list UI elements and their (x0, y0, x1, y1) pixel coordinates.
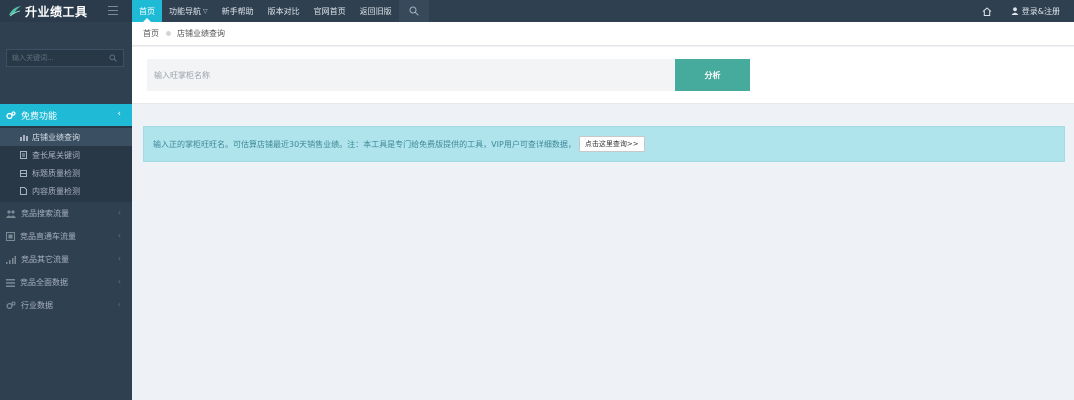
submenu-item-label: 标题质量检测 (32, 168, 80, 178)
nav-label: 首页 (139, 6, 155, 16)
menu-label: 竞品搜索流量 (21, 209, 69, 218)
analyze-button[interactable]: 分析 (675, 59, 750, 91)
search-icon[interactable] (109, 54, 117, 62)
menu-industry-data[interactable]: 行业数据 ‹ (0, 294, 132, 317)
wangwang-name-input[interactable] (147, 59, 675, 91)
menu-label: 竞品直通车流量 (20, 232, 76, 241)
submenu-item-label: 查长尾关键词 (32, 150, 80, 160)
nav-label: 官网首页 (313, 6, 346, 16)
alert-text: 输入正的掌柜旺旺名。可估算店铺最近30天销售业绩。注：本工具是专门给免费版提供的… (153, 139, 576, 149)
submenu: 店铺业绩查询 查长尾关键词 标题质量检测 内容质量检测 (0, 126, 132, 202)
sidebar-search-input[interactable] (7, 53, 104, 63)
menu-competitor-other-traffic[interactable]: 竞品其它流量 ‹ (0, 248, 132, 271)
chevron-left-icon: ‹ (117, 277, 121, 286)
nav-feature-guide[interactable]: 功能导航 ▽ (162, 0, 215, 22)
chevron-left-icon: ‹ (117, 109, 121, 119)
login-register-link[interactable]: 登录&注册 (1011, 6, 1060, 17)
gears-icon (6, 110, 16, 119)
top-nav: 首页 功能导航 ▽ 新手帮助 版本对比 官网首页 返回旧版 登录&注册 (132, 0, 1074, 22)
brand-bar: 升业绩工具 (0, 0, 132, 22)
breadcrumb: 首页 店铺业绩查询 (132, 22, 1074, 46)
user-icon (1011, 7, 1019, 15)
chevron-left-icon: ‹ (117, 231, 121, 240)
top-right-tools: 登录&注册 (977, 0, 1074, 22)
sidebar: 升业绩工具 免费功能 ‹ 店铺业绩查询 查长尾关键词 (0, 0, 132, 400)
breadcrumb-home[interactable]: 首页 (143, 28, 159, 39)
chevron-down-icon: ▽ (203, 7, 208, 15)
nav-official-site[interactable]: 官网首页 (307, 0, 353, 22)
submenu-item-title-quality[interactable]: 标题质量检测 (0, 164, 132, 182)
nav-beginner-help[interactable]: 新手帮助 (215, 0, 261, 22)
car-icon (6, 232, 15, 241)
breadcrumb-separator (166, 31, 171, 36)
bar-chart-icon (20, 134, 29, 141)
nav-label: 返回旧版 (359, 6, 392, 16)
nav-old-version[interactable]: 返回旧版 (353, 0, 399, 22)
gear-icon (6, 301, 16, 310)
breadcrumb-current[interactable]: 店铺业绩查询 (177, 28, 225, 39)
nav-label: 新手帮助 (221, 6, 254, 16)
query-here-button[interactable]: 点击这里查询>> (578, 136, 645, 152)
menu-competitor-ztc-traffic[interactable]: 竞品直通车流量 ‹ (0, 225, 132, 248)
logo-icon (9, 6, 21, 17)
chevron-left-icon: ‹ (117, 254, 121, 263)
menu-competitor-full-data[interactable]: 竞品全面数据 ‹ (0, 271, 132, 294)
login-label: 登录&注册 (1021, 6, 1060, 16)
nav-search-button[interactable] (398, 0, 429, 22)
submenu-item-store-performance[interactable]: 店铺业绩查询 (0, 128, 132, 146)
menu-label: 竞品其它流量 (21, 255, 69, 264)
menu-competitor-search-traffic[interactable]: 竞品搜索流量 ‹ (0, 202, 132, 225)
info-alert: 输入正的掌柜旺旺名。可估算店铺最近30天销售业绩。注：本工具是专门给免费版提供的… (143, 126, 1065, 162)
file-icon (20, 187, 29, 195)
sidebar-search (6, 49, 124, 67)
signal-icon (6, 255, 16, 264)
menu-label: 竞品全面数据 (20, 278, 68, 287)
chevron-left-icon: ‹ (117, 300, 121, 309)
list-icon (6, 278, 15, 287)
chevron-left-icon: ‹ (117, 208, 121, 217)
brand-name: 升业绩工具 (25, 4, 88, 19)
nav-home[interactable]: 首页 (132, 0, 162, 22)
menu-label: 免费功能 (21, 111, 58, 122)
submenu-item-label: 店铺业绩查询 (32, 132, 80, 142)
nav-label: 功能导航 (169, 6, 201, 16)
submenu-item-content-quality[interactable]: 内容质量检测 (0, 182, 132, 200)
home-button[interactable] (977, 0, 997, 22)
nav-label: 版本对比 (267, 6, 300, 16)
menu-label: 行业数据 (21, 301, 53, 310)
submenu-item-label: 内容质量检测 (32, 186, 80, 196)
search-icon (409, 6, 419, 16)
submenu-item-long-tail[interactable]: 查长尾关键词 (0, 146, 132, 164)
menu-toggle-icon[interactable] (108, 6, 118, 18)
nav-version-compare[interactable]: 版本对比 (261, 0, 307, 22)
menu-free-features[interactable]: 免费功能 ‹ (0, 104, 132, 126)
grid-icon (20, 169, 29, 177)
document-icon (20, 151, 29, 159)
search-panel: 分析 (132, 47, 1074, 104)
users-icon (6, 209, 16, 218)
home-icon (982, 6, 992, 16)
